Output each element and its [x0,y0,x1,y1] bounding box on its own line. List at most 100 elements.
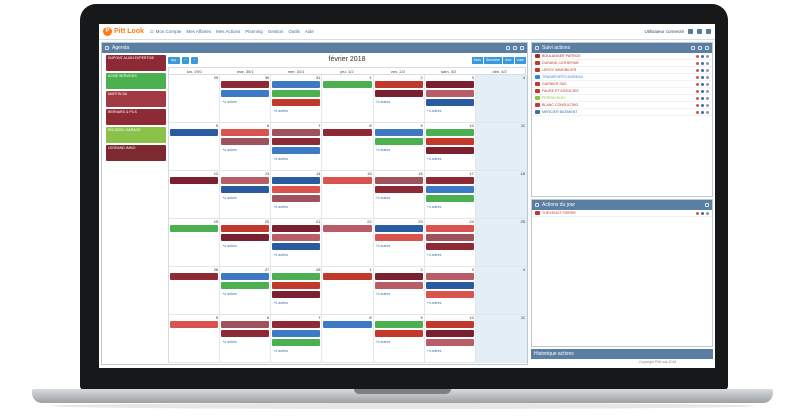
nav-item[interactable]: Planning [245,29,263,34]
calendar-event[interactable] [221,282,270,289]
settings-icon[interactable] [697,29,702,34]
calendar-day[interactable]: 6 +4 autres [220,315,272,363]
calendar-day[interactable]: 27 +4 autres [220,267,272,315]
calendar-event[interactable] [425,99,474,106]
calendar-event[interactable] [221,321,270,328]
more-events-link[interactable]: +4 autres [376,100,391,104]
calendar-event[interactable] [272,330,321,337]
calendar-event[interactable] [272,234,321,241]
action-row[interactable]: BOULANGER PATRICK [532,53,712,60]
user-icon[interactable] [701,54,704,58]
calendar-event[interactable] [221,234,270,241]
calendar-day[interactable]: 10 +4 autres [425,315,476,363]
edit-icon[interactable] [706,103,709,107]
calendar-day[interactable]: 3 +4 autres [425,75,476,123]
alert-icon[interactable] [696,103,699,107]
sidebar-event[interactable]: DUPONT ALAIN EXPERTISE [106,55,166,71]
action-row[interactable]: TRANSPORTS MOREAU [532,74,712,81]
filter-icon[interactable] [698,46,702,50]
user-label[interactable]: Utilisateur connecté [644,29,684,34]
edit-icon[interactable] [706,96,709,100]
calendar-day[interactable]: 30 +4 autres [220,75,272,123]
calendar-event[interactable] [272,321,321,328]
calendar-day[interactable]: 19 [169,219,221,267]
more-events-link[interactable]: +4 autres [427,253,442,257]
more-events-link[interactable]: +4 autres [427,157,442,161]
edit-icon[interactable] [706,75,709,79]
calendar-day[interactable]: 9 +4 autres [374,315,425,363]
user-icon[interactable] [688,29,693,34]
calendar-event[interactable] [425,177,474,184]
next-button[interactable]: › [190,56,198,64]
edit-icon[interactable] [706,82,709,86]
edit-icon[interactable] [706,54,709,58]
edit-icon[interactable] [706,89,709,93]
calendar-event[interactable] [425,234,474,241]
calendar-event[interactable] [425,321,474,328]
calendar-event[interactable] [221,273,270,280]
calendar-event[interactable] [425,291,474,298]
calendar-event[interactable] [425,330,474,337]
more-events-link[interactable]: +4 autres [222,196,237,200]
calendar-event[interactable] [272,291,321,298]
calendar-day[interactable]: 14 +4 autres [271,171,323,219]
alert-icon[interactable] [696,75,699,79]
calendar-event[interactable] [272,195,321,202]
more-events-link[interactable]: +4 autres [222,340,237,344]
app-logo[interactable]: P Pitt Look [103,27,144,36]
calendar-event[interactable] [425,129,474,136]
home-icon[interactable]: ⌂ [150,29,154,35]
close-icon[interactable] [705,203,709,207]
nav-item[interactable]: Aide [305,29,314,34]
calendar-day[interactable]: 8 [322,315,374,363]
more-events-link[interactable]: +4 autres [222,100,237,104]
calendar-event[interactable] [221,225,270,232]
calendar-day[interactable]: 17 +4 autres [425,171,476,219]
calendar-day[interactable]: 6 +4 autres [220,123,272,171]
sidebar-event[interactable]: ACME SERVICES [106,73,166,89]
calendar-event[interactable] [170,129,219,136]
calendar-event[interactable] [323,129,372,136]
calendar-day[interactable]: 24 +4 autres [425,219,476,267]
calendar-event[interactable] [323,177,372,184]
calendar-event[interactable] [170,225,219,232]
calendar-day[interactable]: 7 +4 autres [271,123,323,171]
calendar-day[interactable]: 12 [169,171,221,219]
nav-item[interactable]: Mon Compte [156,29,182,34]
calendar-event[interactable] [323,225,372,232]
more-events-link[interactable]: +4 autres [273,301,288,305]
more-events-link[interactable]: +4 autres [273,205,288,209]
calendar-event[interactable] [425,243,474,250]
calendar-day[interactable]: 20 +4 autres [220,219,272,267]
more-events-link[interactable]: +4 autres [222,244,237,248]
calendar-event[interactable] [425,90,474,97]
calendar-event[interactable] [425,282,474,289]
calendar-day[interactable]: 31 +4 autres [271,75,323,123]
sidebar-event[interactable]: BERNARD & FILS [106,109,166,125]
calendar-day[interactable]: 16 +4 autres [374,171,425,219]
alert-icon[interactable] [696,211,699,215]
calendar-event[interactable] [374,81,423,88]
action-row[interactable]: BLANC CONSULTING [532,102,712,109]
calendar-day[interactable]: 25 [476,219,527,267]
calendar-event[interactable] [272,81,321,88]
calendar-event[interactable] [272,138,321,145]
sidebar-event[interactable]: LEGRAND IMMO [106,145,166,161]
calendar-day[interactable]: 1 [322,267,374,315]
nav-item[interactable]: Mes Affaires [186,29,211,34]
calendar-event[interactable] [374,129,423,136]
view-month-button[interactable]: Mois [471,56,483,64]
user-icon[interactable] [701,211,704,215]
calendar-event[interactable] [374,234,423,241]
calendar-day[interactable]: 4 [476,267,527,315]
close-icon[interactable] [520,46,524,50]
more-events-link[interactable]: +4 autres [376,292,391,296]
history-panel-header[interactable]: Historique actions [531,349,713,359]
alert-icon[interactable] [696,89,699,93]
action-row[interactable]: DURAND CATHERINE [532,60,712,67]
action-row[interactable]: PERRIN ELEC [532,95,712,102]
more-events-link[interactable]: +4 autres [222,148,237,152]
calendar-event[interactable] [374,225,423,232]
calendar-event[interactable] [323,321,372,328]
calendar-day[interactable]: 9 +4 autres [374,123,425,171]
